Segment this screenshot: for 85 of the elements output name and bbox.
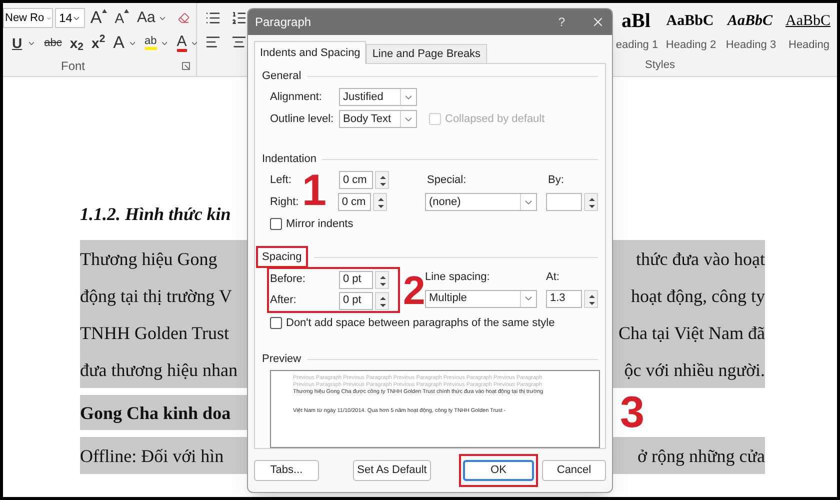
space-before-field[interactable]: 0 pt <box>339 270 373 288</box>
paragraph-text: TNHH Golden Trust <box>80 324 230 342</box>
by-field[interactable] <box>546 193 582 211</box>
paragraph-text: Cha tại Việt Nam đã <box>618 324 765 342</box>
highlight-button[interactable]: ab <box>142 32 172 54</box>
grow-font-button[interactable]: A <box>87 7 110 29</box>
caret-up-icon <box>124 9 130 13</box>
dialog-button[interactable]: Cancel <box>542 460 606 481</box>
dialog-button[interactable]: Set As Default <box>353 460 431 481</box>
field-label: Before: <box>270 272 306 288</box>
line-spacing-dropdown[interactable]: Multiple <box>425 290 537 308</box>
style-preset[interactable]: AaBbC Heading <box>781 3 837 59</box>
tab[interactable]: Line and Page Breaks <box>366 44 487 64</box>
left-indent-field[interactable]: 0 cm <box>339 171 373 189</box>
paragraph-text: Thương hiệu Gong <box>80 250 218 268</box>
spin-arrows-icon[interactable] <box>373 193 387 211</box>
paragraph-text: Offline: Đối với hìn <box>80 446 224 464</box>
strikethrough-button[interactable]: abc <box>41 32 65 54</box>
paragraph-text: ở rộng những cửa <box>637 446 765 464</box>
dialog-launcher-icon[interactable] <box>182 62 190 70</box>
paragraph-text: thức đưa vào hoạt <box>636 250 765 268</box>
spin-arrows-icon[interactable] <box>375 270 389 288</box>
paragraph-text: ộc với nhiều người. <box>624 360 765 378</box>
superscript-button[interactable]: x$^{2}$ <box>88 32 108 54</box>
font-name-field[interactable]: New Ro <box>3 8 53 28</box>
section-heading: Preview <box>262 352 302 367</box>
paragraph-text: hoạt động, công ty <box>631 286 765 304</box>
section-heading: General <box>262 68 302 84</box>
checkbox[interactable] <box>270 317 282 329</box>
subscript-button[interactable]: x$_{2}$ <box>66 32 87 54</box>
dialog-button[interactable]: OK <box>463 460 534 481</box>
field-label: Alignment: <box>270 90 323 105</box>
style-preset[interactable]: AaBbC Heading 2 <box>661 3 721 59</box>
right-indent-field[interactable]: 0 cm <box>338 193 371 211</box>
section-heading: Spacing <box>262 250 302 265</box>
section-heading: Indentation <box>262 152 316 167</box>
change-case-button[interactable]: Aa <box>134 7 170 29</box>
style-preset[interactable]: aBl eading 1 <box>613 3 661 59</box>
underline-button[interactable]: U <box>9 32 40 54</box>
field-label: By: <box>548 172 564 188</box>
text-effects-button[interactable]: A <box>110 32 140 54</box>
checkbox-label: Collapsed by default <box>445 112 545 127</box>
alignment-dropdown[interactable]: Justified <box>339 88 417 106</box>
at-field[interactable]: 1.3 <box>546 290 582 308</box>
numbered-list-icon[interactable] <box>231 10 247 26</box>
caret-up-icon <box>102 9 107 13</box>
checkbox-label: Don't add space between paragraphs of the same style <box>286 316 555 331</box>
field-label: Right: <box>270 194 300 210</box>
outline-level-dropdown[interactable]: Body Text <box>339 110 417 128</box>
spin-arrows-icon[interactable] <box>584 290 598 308</box>
step-number: 3 <box>620 391 644 435</box>
step-number: 2 <box>403 271 426 311</box>
align-left-icon[interactable] <box>205 34 221 50</box>
section-heading: 1.1.2. Hình thức kin <box>80 205 231 223</box>
window-title: Paragraph <box>255 14 312 31</box>
font-size-field[interactable]: 14 <box>55 8 86 28</box>
close-icon[interactable] <box>591 15 605 29</box>
paragraph-text: Gong Cha kinh doa <box>80 404 231 422</box>
field-label: Line spacing: <box>425 271 490 284</box>
field-label: Left: <box>270 172 292 188</box>
style-preset[interactable]: AaBbC Heading 3 <box>721 3 781 59</box>
dialog-button[interactable]: Tabs... <box>254 460 319 481</box>
spin-arrows-icon[interactable] <box>375 171 389 189</box>
paragraph-text: động tại thị trường V <box>80 286 232 304</box>
field-label: At: <box>546 270 560 286</box>
field-label: After: <box>270 293 298 308</box>
align-center-icon[interactable] <box>231 34 247 50</box>
space-after-field[interactable]: 0 pt <box>339 292 373 310</box>
help-button[interactable]: ? <box>558 13 565 31</box>
field-label: Special: <box>427 174 466 186</box>
field-label: Outline level: <box>270 112 335 127</box>
tab[interactable]: Indents and Spacing <box>254 41 366 64</box>
eraser-icon[interactable] <box>178 10 190 26</box>
shrink-font-button[interactable]: A <box>112 7 132 29</box>
group-label: Styles <box>645 58 675 73</box>
bullet-list-icon[interactable] <box>205 10 221 26</box>
paragraph-text: đưa thương hiệu nhan <box>80 360 238 378</box>
spin-arrows-icon[interactable] <box>584 193 598 211</box>
checkbox-label: Mirror indents <box>286 216 354 232</box>
spin-arrows-icon[interactable] <box>375 292 389 310</box>
checkbox[interactable] <box>270 218 282 230</box>
group-label: Font <box>61 58 86 75</box>
font-color-button[interactable]: A <box>174 32 202 54</box>
special-dropdown[interactable]: (none) <box>425 193 537 211</box>
step-number: 1 <box>302 169 326 213</box>
